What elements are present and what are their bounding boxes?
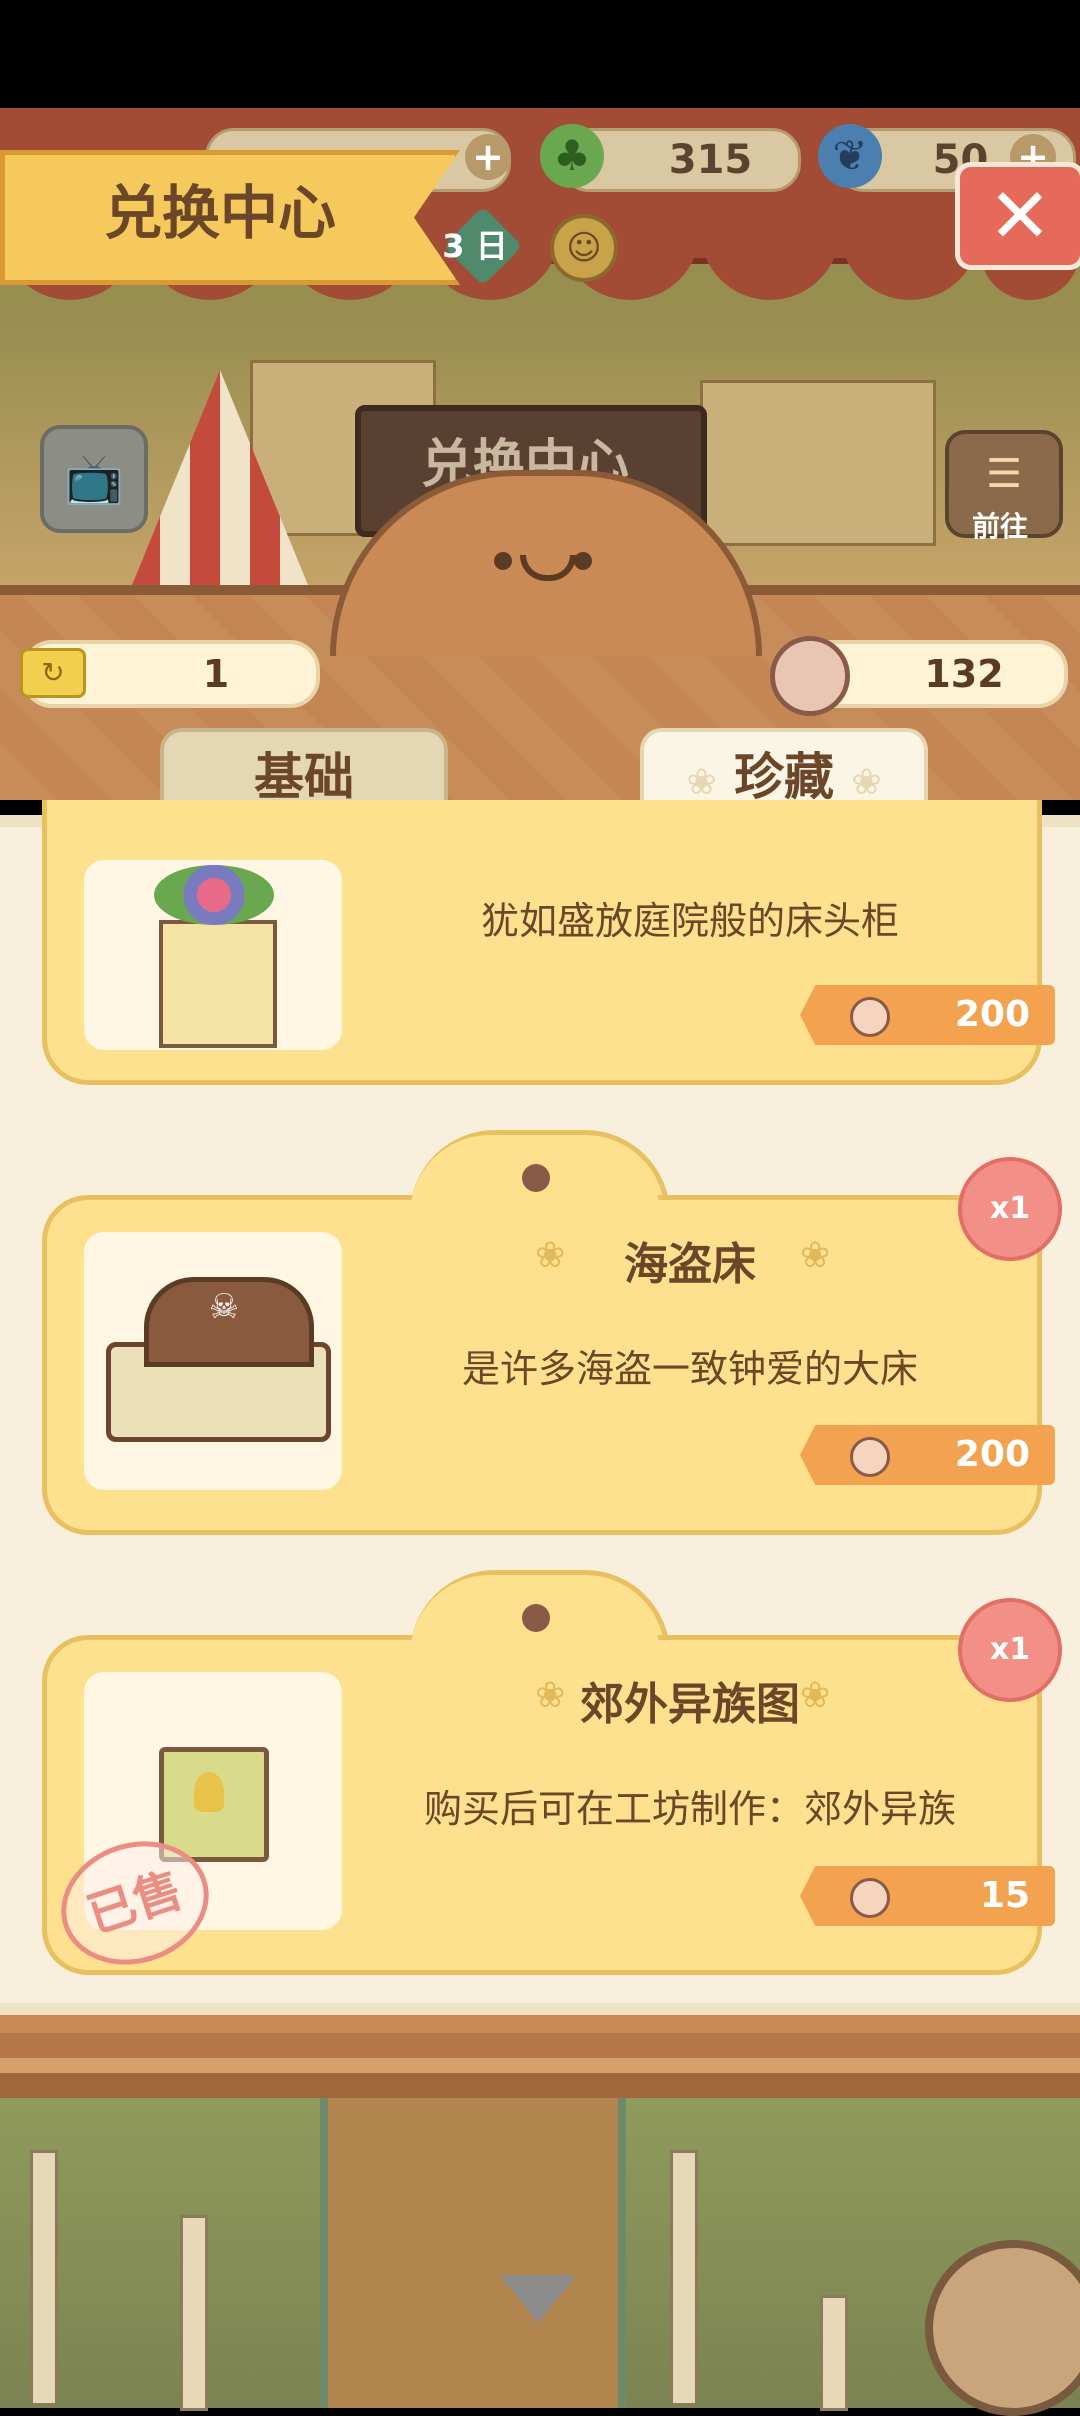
status-bar	[0, 0, 1080, 108]
mascot-eye	[494, 552, 512, 570]
fence-post	[670, 2150, 698, 2406]
paw-icon: ❀	[800, 1235, 831, 1276]
item-image-bedside-table	[84, 860, 342, 1050]
item-price: 200	[954, 994, 1030, 1035]
flowers-drawing	[154, 865, 274, 925]
tab-collection-label: 珍藏	[734, 748, 834, 806]
paw-icon: ❀	[851, 762, 882, 803]
fence-post	[30, 2150, 58, 2406]
paw-icon: ❀	[800, 1675, 831, 1716]
coin-icon	[850, 1878, 890, 1918]
tv-icon[interactable]: 📺	[40, 425, 148, 533]
item-description: 是许多海盗一致钟爱的大床	[461, 1347, 918, 1391]
pin-icon	[522, 1604, 550, 1632]
go-label[interactable]: 前往	[955, 505, 1045, 545]
page-title: 兑换中心	[103, 179, 336, 247]
pin-icon	[522, 1164, 550, 1192]
scroll-down-icon[interactable]	[500, 2275, 576, 2323]
coin-icon	[850, 997, 890, 1037]
fence	[700, 380, 936, 546]
quantity-badge: x1	[958, 1598, 1062, 1702]
close-button[interactable]: ✕	[955, 162, 1080, 270]
quantity-badge: x1	[958, 1157, 1062, 1261]
close-icon: ✕	[988, 171, 1052, 260]
bedside-table-drawing	[159, 920, 277, 1048]
add-icon[interactable]: +	[465, 134, 511, 180]
sun-icon: ☺	[550, 214, 618, 282]
item-description: 犹如盛放庭院般的床头柜	[480, 899, 899, 943]
coin-icon	[770, 636, 850, 716]
clover-count: 315	[668, 137, 753, 183]
ticket-icon: ↻	[20, 648, 86, 698]
item-name: 海盗床	[624, 1239, 756, 1290]
skull-icon: ☠	[208, 1287, 240, 1327]
ticket-count: 1	[202, 652, 230, 696]
paw-icon: ❀	[686, 762, 717, 803]
mascot-eye	[574, 552, 592, 570]
fence-post	[820, 2295, 848, 2411]
lamp-drawing	[194, 1772, 224, 1812]
item-price: 15	[979, 1875, 1030, 1916]
clover-icon: ♣	[540, 124, 604, 188]
coin-count: 132	[924, 652, 1004, 696]
item-name: 郊外异族图	[580, 1679, 800, 1730]
bottom-shelf	[0, 2003, 1080, 2098]
item-description: 购买后可在工坊制作：郊外异族	[423, 1787, 956, 1831]
feather-icon: ❦	[818, 124, 882, 188]
tab-basic-label: 基础	[254, 748, 354, 806]
path	[320, 2098, 626, 2408]
coin-icon	[850, 1437, 890, 1477]
item-price: 200	[954, 1434, 1030, 1475]
item-image-pirate-bed: ☠	[84, 1232, 342, 1490]
fence-post	[180, 2215, 208, 2411]
